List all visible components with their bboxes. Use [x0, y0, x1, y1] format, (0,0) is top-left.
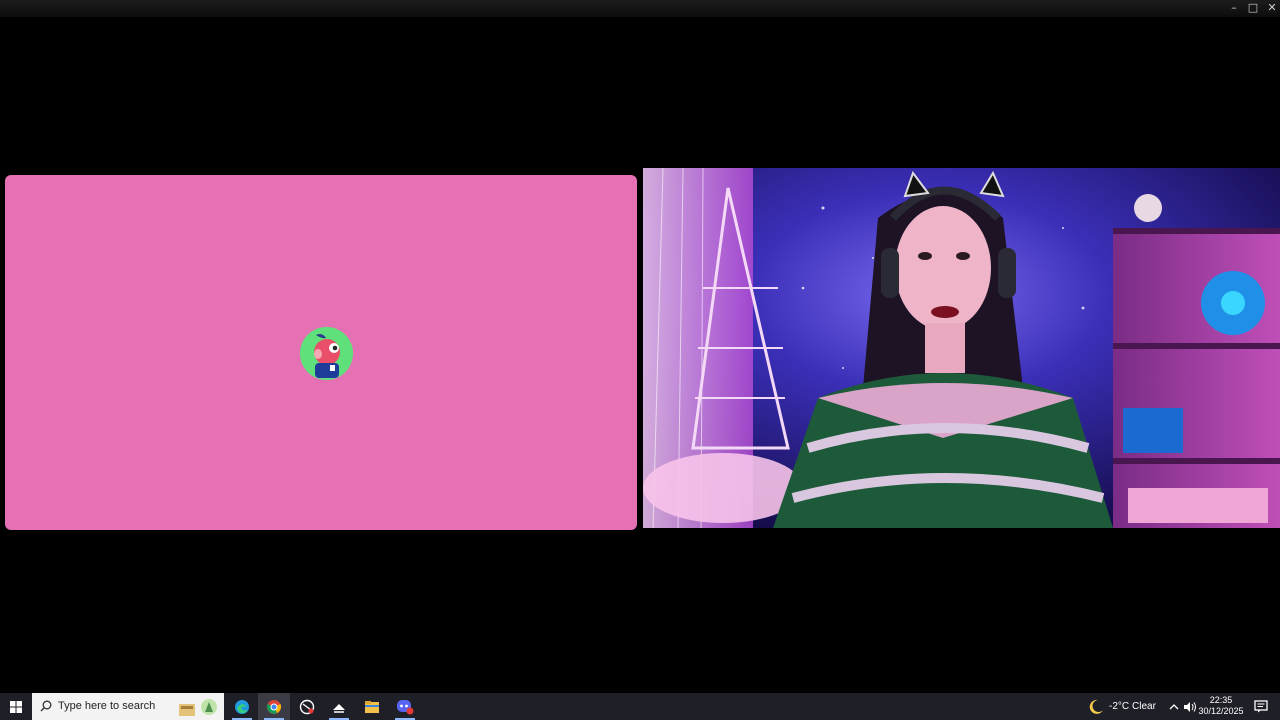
chevron-up-icon[interactable]	[1169, 702, 1179, 712]
search-highlight-icon	[179, 699, 217, 716]
taskbar-steam[interactable]	[323, 693, 355, 720]
taskbar-app[interactable]	[291, 693, 323, 720]
minimize-button[interactable]: –	[1225, 0, 1243, 16]
search-box[interactable]: Type here to search	[32, 693, 224, 720]
close-button[interactable]: ✕	[1263, 0, 1280, 16]
taskbar: Type here to search -2°C Clear 22:35 30/…	[0, 693, 1280, 720]
clock-time: 22:35	[1209, 695, 1233, 705]
participant-tile-avatar[interactable]	[5, 175, 637, 530]
taskbar-file-explorer[interactable]	[356, 693, 388, 720]
weather-condition[interactable]: Clear	[1132, 701, 1156, 712]
video-stream	[643, 168, 1280, 528]
participant-tile-video[interactable]	[643, 168, 1280, 528]
taskbar-chrome[interactable]	[258, 693, 290, 720]
edge-icon	[235, 699, 249, 714]
file-explorer-icon	[365, 700, 379, 713]
start-button[interactable]	[0, 693, 32, 720]
steam-icon	[333, 703, 345, 713]
taskbar-discord[interactable]	[389, 693, 421, 720]
discord-icon	[397, 699, 414, 714]
maximize-button[interactable]: □	[1244, 0, 1262, 16]
search-icon	[40, 700, 52, 712]
app-window: – □ ✕	[0, 0, 1280, 693]
search-placeholder: Type here to search	[58, 700, 156, 712]
notification-icon	[1254, 700, 1268, 713]
clock-date: 30/12/2025	[1198, 706, 1244, 716]
chrome-icon	[266, 699, 282, 714]
weather-temperature[interactable]: -2°C	[1109, 701, 1129, 712]
user-avatar	[300, 327, 353, 380]
volume-icon[interactable]	[1183, 701, 1197, 713]
moon-icon	[1089, 699, 1103, 714]
start-icon	[10, 700, 22, 713]
app-icon	[299, 699, 315, 714]
taskbar-edge[interactable]	[226, 693, 258, 720]
title-bar: – □ ✕	[0, 0, 1280, 17]
system-clock[interactable]: 22:35 30/12/2025	[1196, 695, 1246, 717]
notification-center-button[interactable]	[1250, 693, 1272, 720]
